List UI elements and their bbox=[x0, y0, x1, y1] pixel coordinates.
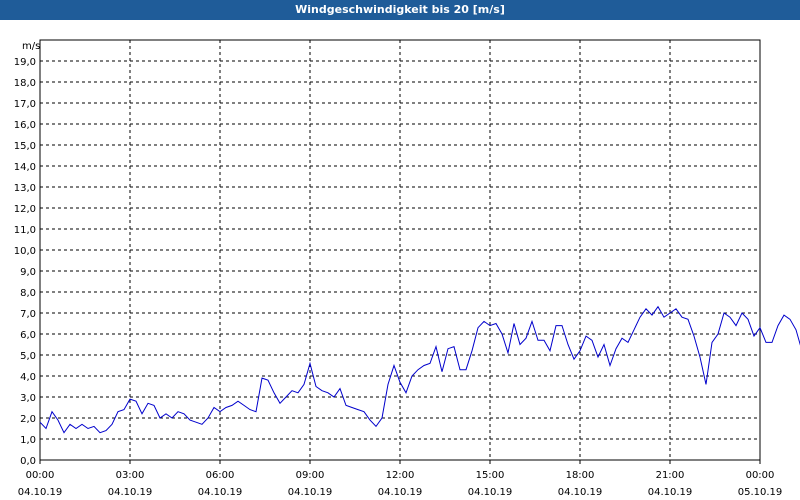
y-tick-label: 9,0 bbox=[20, 267, 36, 278]
y-tick-label: 3,0 bbox=[20, 393, 36, 404]
x-tick-time: 18:00 bbox=[566, 470, 595, 481]
x-tick-time: 12:00 bbox=[386, 470, 415, 481]
x-tick-date: 04.10.19 bbox=[108, 487, 153, 498]
y-tick-label: 11,0 bbox=[14, 225, 36, 236]
x-tick-time: 03:00 bbox=[116, 470, 145, 481]
x-tick-time: 21:00 bbox=[656, 470, 685, 481]
y-tick-label: 12,0 bbox=[14, 204, 36, 215]
y-tick-label: 15,0 bbox=[14, 141, 36, 152]
y-tick-label: 10,0 bbox=[14, 246, 36, 257]
x-tick-time: 06:00 bbox=[206, 470, 235, 481]
y-tick-label: 14,0 bbox=[14, 162, 36, 173]
x-tick-date: 04.10.19 bbox=[288, 487, 333, 498]
y-tick-label: 7,0 bbox=[20, 309, 36, 320]
x-tick-date: 05.10.19 bbox=[738, 487, 783, 498]
y-tick-label: 18,0 bbox=[14, 78, 36, 89]
series-line bbox=[39, 305, 800, 434]
x-tick-date: 04.10.19 bbox=[378, 487, 423, 498]
y-tick-label: 6,0 bbox=[20, 330, 36, 341]
y-tick-label: 2,0 bbox=[20, 414, 36, 425]
x-tick-date: 04.10.19 bbox=[648, 487, 693, 498]
y-tick-label: 8,0 bbox=[20, 288, 36, 299]
y-tick-label: 0,0 bbox=[20, 456, 36, 467]
line-chart: m/s 0,0 1,0 2,0 3,0 4,0 5,0 6,0 7,0 8,0 9,0 10,0 11… bbox=[14, 39, 800, 498]
y-tick-label: 4,0 bbox=[20, 372, 36, 383]
x-tick-date: 04.10.19 bbox=[18, 487, 63, 498]
x-tick-date: 04.10.19 bbox=[198, 487, 243, 498]
y-axis-unit: m/s bbox=[22, 41, 40, 52]
x-tick-time: 00:00 bbox=[746, 470, 775, 481]
x-tick-date: 04.10.19 bbox=[558, 487, 603, 498]
y-tick-label: 17,0 bbox=[14, 99, 36, 110]
y-tick-label: 13,0 bbox=[14, 183, 36, 194]
y-axis-ticks: 0,0 1,0 2,0 3,0 4,0 5,0 6,0 7,0 8,0 9,0 10,0 11,0 12… bbox=[14, 57, 36, 467]
x-tick-time: 15:00 bbox=[476, 470, 505, 481]
y-tick-label: 19,0 bbox=[14, 57, 36, 68]
x-axis-ticks: 00:00 04.10.19 03:00 04.10.19 06:00 04.10.19 0… bbox=[18, 460, 783, 498]
x-tick-time: 00:00 bbox=[26, 470, 55, 481]
y-tick-label: 1,0 bbox=[20, 435, 36, 446]
x-tick-time: 09:00 bbox=[296, 470, 325, 481]
grid-lines bbox=[40, 40, 760, 460]
y-tick-label: 5,0 bbox=[20, 351, 36, 362]
chart-window: Windgeschwindigkeit bis 20 [m/s] m/s 0,0… bbox=[0, 0, 800, 500]
series-group bbox=[39, 305, 800, 434]
x-tick-date: 04.10.19 bbox=[468, 487, 513, 498]
y-tick-label: 16,0 bbox=[14, 120, 36, 131]
